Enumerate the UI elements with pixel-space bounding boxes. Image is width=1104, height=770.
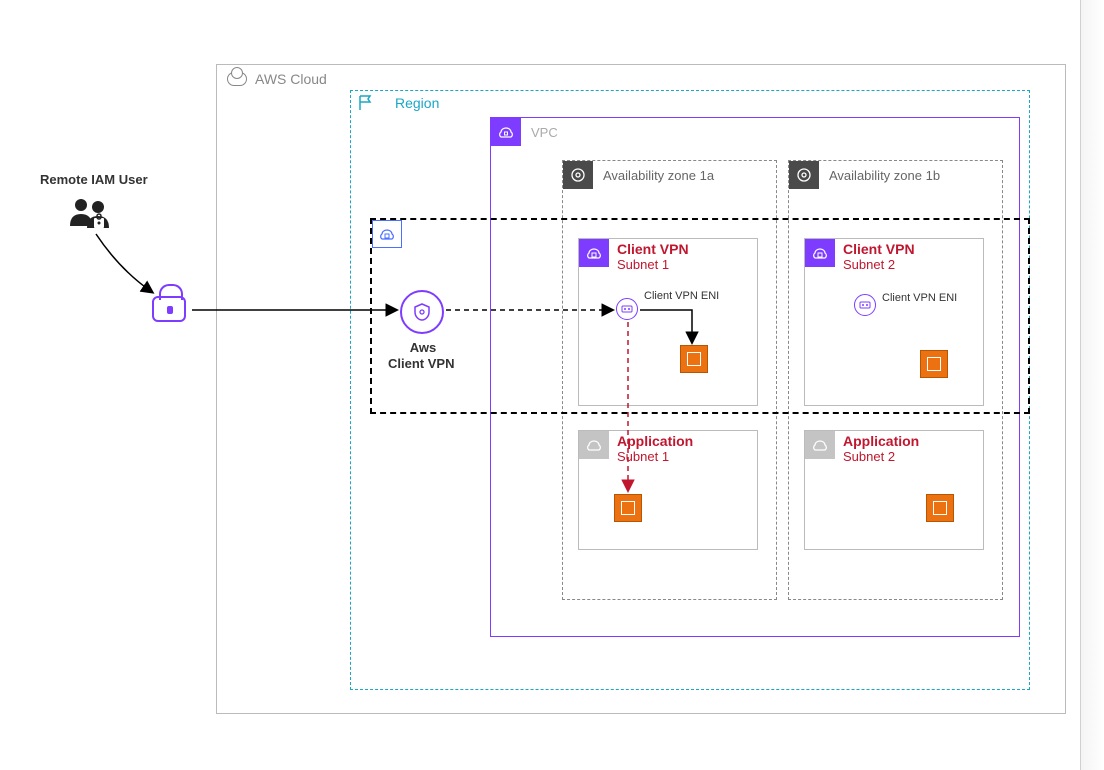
subnet-cloud-icon	[805, 239, 835, 267]
vpc-icon	[491, 118, 521, 146]
aws-client-vpn-icon	[400, 290, 444, 334]
aws-client-vpn-title: Aws	[408, 340, 438, 355]
subnet-cloud-icon	[579, 431, 609, 459]
ec2-icon	[614, 494, 642, 522]
subnet-subtitle: Subnet 1	[617, 449, 693, 464]
client-vpn-subnet-1: Client VPN Subnet 1	[578, 238, 758, 406]
subnet-title: Client VPN Subnet 2	[843, 239, 915, 272]
client-vpn-eni-icon	[854, 294, 876, 316]
ec2-icon	[926, 494, 954, 522]
subnet-title: Application Subnet 1	[617, 431, 693, 464]
cloud-lock-icon	[372, 220, 402, 248]
az-icon	[563, 161, 593, 189]
client-vpn-eni-icon	[616, 298, 638, 320]
ec2-icon	[680, 345, 708, 373]
subnet-title: Application Subnet 2	[843, 431, 919, 464]
application-subnet-1: Application Subnet 1	[578, 430, 758, 550]
client-vpn-eni-label: Client VPN ENI	[882, 292, 957, 304]
page-edge	[1080, 0, 1104, 770]
subnet-title: Client VPN Subnet 1	[617, 239, 689, 272]
az-1b-label: Availability zone 1b	[827, 164, 942, 187]
subnet-cloud-icon	[579, 239, 609, 267]
flag-icon	[351, 92, 381, 114]
aws-client-vpn-subtitle: Client VPN	[388, 356, 454, 371]
vpn-lock-icon	[152, 296, 186, 322]
aws-cloud-label: AWS Cloud	[255, 71, 327, 87]
remote-user-label: Remote IAM User	[40, 172, 148, 187]
subnet-subtitle: Subnet 2	[843, 449, 919, 464]
vpc-label: VPC	[529, 121, 560, 144]
region-label: Region	[389, 91, 445, 115]
subnet-cloud-icon	[805, 431, 835, 459]
subnet-subtitle: Subnet 1	[617, 257, 689, 272]
client-vpn-subnet-2: Client VPN Subnet 2	[804, 238, 984, 406]
users-icon	[68, 196, 114, 235]
az-icon	[789, 161, 819, 189]
application-subnet-2: Application Subnet 2	[804, 430, 984, 550]
cloud-icon	[227, 72, 247, 86]
client-vpn-eni-label: Client VPN ENI	[644, 290, 719, 302]
ec2-icon	[920, 350, 948, 378]
az-1a-label: Availability zone 1a	[601, 164, 716, 187]
subnet-subtitle: Subnet 2	[843, 257, 915, 272]
